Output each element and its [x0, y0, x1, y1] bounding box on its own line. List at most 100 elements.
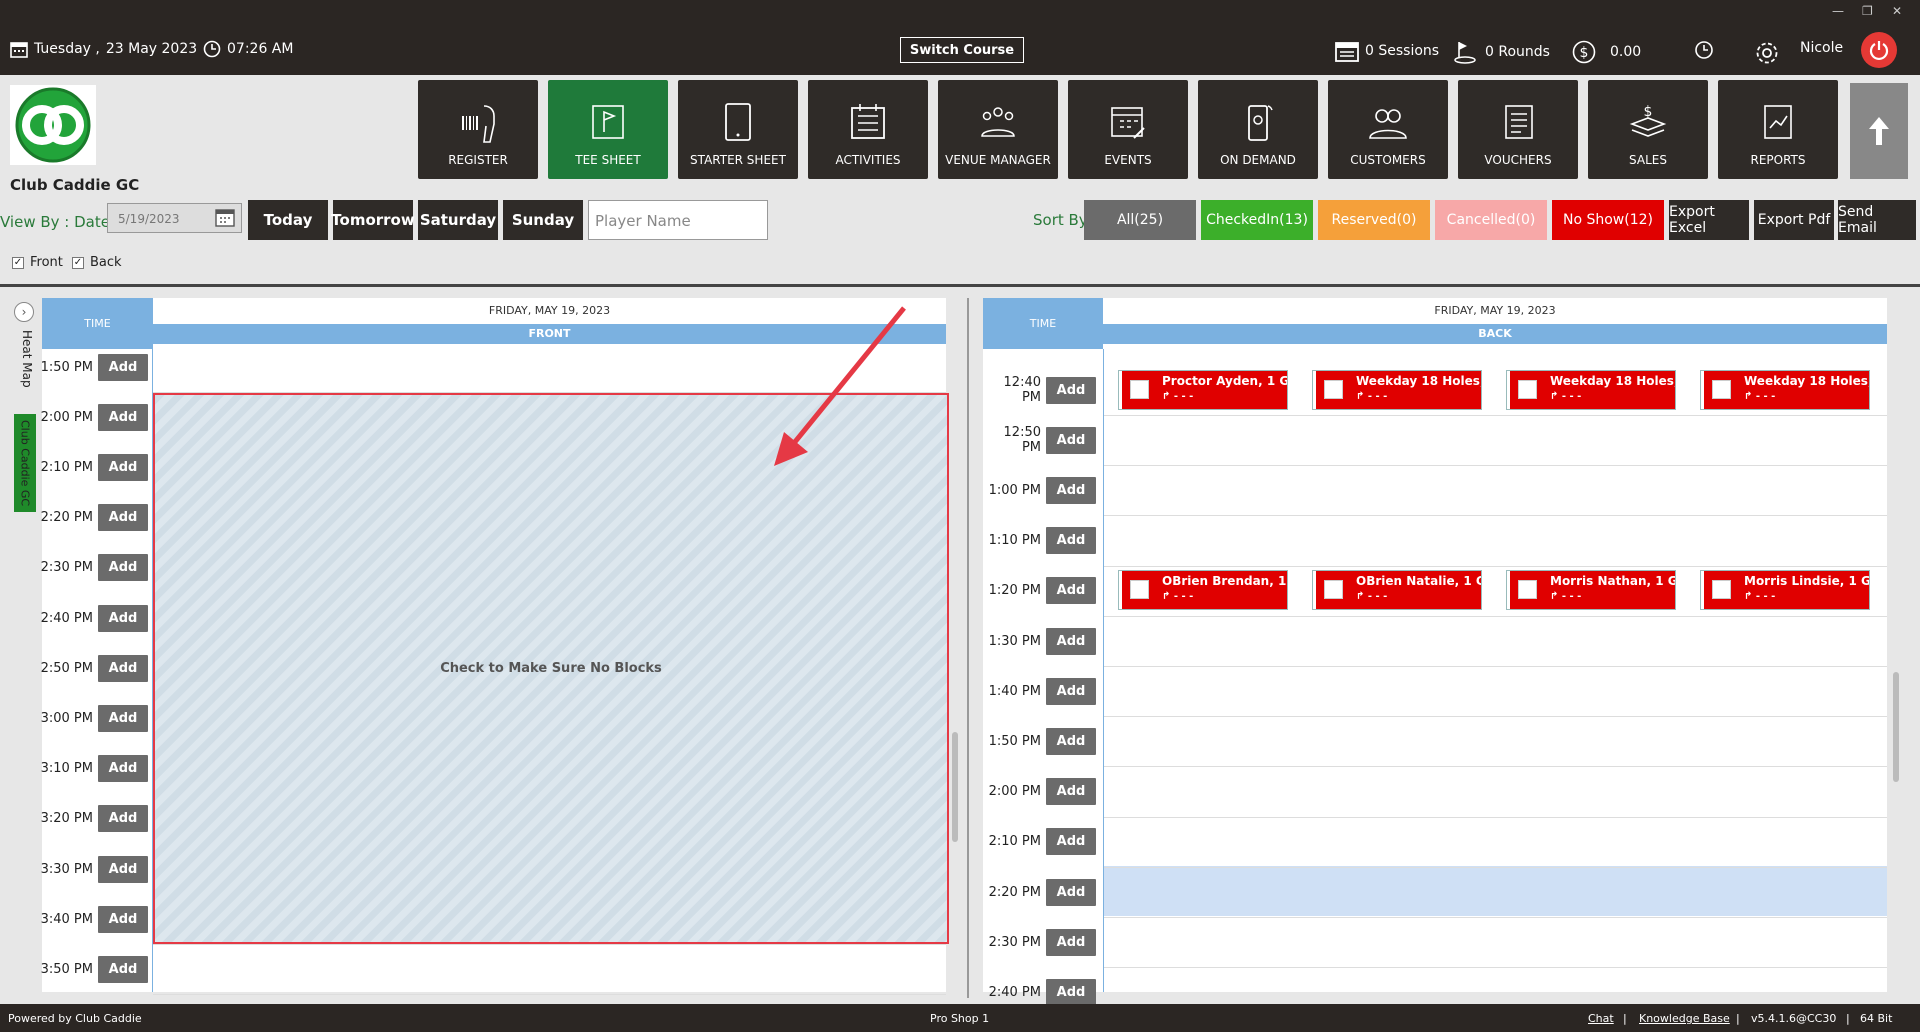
nav-register[interactable]: REGISTER [418, 80, 538, 179]
booking-checkbox[interactable] [1518, 380, 1537, 399]
restore-button[interactable]: ❐ [1862, 4, 1873, 18]
add-button[interactable]: Add [1046, 928, 1096, 956]
add-button[interactable]: Add [98, 955, 148, 983]
add-button[interactable]: Add [98, 353, 148, 381]
booking-checkbox[interactable] [1712, 380, 1731, 399]
nav-reports[interactable]: REPORTS [1718, 80, 1838, 179]
nav-label: ACTIVITIES [835, 153, 901, 167]
close-window-button[interactable]: ✕ [1892, 4, 1902, 18]
history-button[interactable] [1694, 40, 1714, 60]
user-name[interactable]: Nicole [1800, 40, 1843, 56]
booking-checkbox[interactable] [1324, 380, 1343, 399]
add-button[interactable]: Add [98, 805, 148, 833]
booking-checkbox[interactable] [1130, 380, 1149, 399]
add-button[interactable]: Add [1046, 677, 1096, 705]
export-excel-button[interactable]: Export Excel [1669, 200, 1749, 240]
add-button[interactable]: Add [1046, 878, 1096, 906]
booking-checkbox[interactable] [1518, 580, 1537, 599]
money-indicator[interactable]: $ 0.00 [1572, 40, 1641, 64]
today-button[interactable]: Today [248, 200, 328, 240]
nav-on-demand[interactable]: ON DEMAND [1198, 80, 1318, 179]
add-button[interactable]: Add [1046, 978, 1096, 1006]
add-button[interactable]: Add [98, 403, 148, 431]
add-button[interactable]: Add [98, 704, 148, 732]
barcode-scanner-icon [462, 105, 495, 143]
time-label: 1:50 PM [988, 733, 1041, 749]
filter-cancelled-button[interactable]: Cancelled(0) [1435, 200, 1547, 240]
nav-venue-manager[interactable]: VENUE MANAGER [938, 80, 1058, 179]
back-checkbox[interactable]: ✓ Back [72, 255, 122, 270]
add-button[interactable]: Add [98, 654, 148, 682]
send-email-button[interactable]: Send Email [1838, 200, 1916, 240]
divider [0, 284, 1920, 287]
tee-sheet-icon [592, 105, 624, 139]
reports-icon [1764, 105, 1792, 139]
booking-card[interactable]: Proctor Ayden, 1 Golf ↱ - - - [1118, 370, 1288, 410]
power-button[interactable] [1861, 32, 1897, 68]
booking-card[interactable]: Morris Nathan, 1 Golf ↱ - - - [1506, 570, 1676, 610]
booking-name: OBrien Natalie, 1 Golf [1356, 574, 1481, 588]
switch-course-button[interactable]: Switch Course [900, 37, 1024, 63]
nav-activities[interactable]: ACTIVITIES [808, 80, 928, 179]
nav-starter-sheet[interactable]: STARTER SHEET [678, 80, 798, 179]
settings-button[interactable] [1754, 40, 1780, 66]
booking-checkbox[interactable] [1324, 580, 1343, 599]
nav-events[interactable]: EVENTS [1068, 80, 1188, 179]
booking-checkbox[interactable] [1130, 580, 1149, 599]
booking-card[interactable]: OBrien Natalie, 1 Golf ↱ - - - [1312, 570, 1482, 610]
nav-tee-sheet[interactable]: TEE SHEET [548, 80, 668, 179]
filter-noshow-button[interactable]: No Show(12) [1552, 200, 1664, 240]
add-button[interactable]: Add [1046, 727, 1096, 755]
booking-card[interactable]: Weekday 18 Holes,1 G ↱ - - - [1312, 370, 1482, 410]
back-scrollbar[interactable] [1893, 672, 1899, 782]
time-row: 1:20 PM Add [983, 577, 1096, 605]
chevron-right-icon[interactable]: › [14, 302, 34, 322]
add-button[interactable]: Add [98, 855, 148, 883]
rounds-indicator[interactable]: 0 Rounds [1453, 40, 1550, 64]
chat-link[interactable]: Chat [1588, 1012, 1614, 1025]
add-button[interactable]: Add [1046, 527, 1096, 555]
sessions-indicator[interactable]: 0 Sessions [1335, 40, 1439, 62]
add-button[interactable]: Add [1046, 426, 1096, 454]
add-button[interactable]: Add [1046, 476, 1096, 504]
heat-map-tab[interactable]: Heat Map [16, 330, 34, 390]
export-pdf-button[interactable]: Export Pdf [1754, 200, 1834, 240]
add-button[interactable]: Add [1046, 376, 1096, 404]
nav-vouchers[interactable]: VOUCHERS [1458, 80, 1578, 179]
booking-card[interactable]: Weekday 18 Holes,1 G ↱ - - - [1506, 370, 1676, 410]
saturday-button[interactable]: Saturday [418, 200, 498, 240]
nav-customers[interactable]: CUSTOMERS [1328, 80, 1448, 179]
club-tab[interactable]: Club Caddie GC [14, 414, 36, 512]
add-button[interactable]: Add [1046, 778, 1096, 806]
add-button[interactable]: Add [98, 453, 148, 481]
booking-sub: ↱ - - - [1356, 391, 1388, 402]
booking-card[interactable]: Weekday 18 Holes,1 G ↱ - - - [1700, 370, 1870, 410]
booking-card[interactable]: Morris Lindsie, 1 Golf ↱ - - - [1700, 570, 1870, 610]
nav-sales[interactable]: $ SALES [1588, 80, 1708, 179]
front-checkbox[interactable]: ✓ Front [12, 255, 63, 270]
filter-reserved-button[interactable]: Reserved(0) [1318, 200, 1430, 240]
knowledge-base-link[interactable]: Knowledge Base [1639, 1012, 1730, 1025]
sunday-button[interactable]: Sunday [503, 200, 583, 240]
add-button[interactable]: Add [1046, 577, 1096, 605]
add-button[interactable]: Add [1046, 828, 1096, 856]
add-button[interactable]: Add [98, 755, 148, 783]
minimize-button[interactable]: — [1832, 4, 1844, 18]
nav-label: ON DEMAND [1220, 153, 1296, 167]
time-label: 1:00 PM [988, 482, 1041, 498]
add-button[interactable]: Add [98, 905, 148, 933]
player-name-input[interactable]: Player Name [588, 200, 768, 240]
panel-splitter[interactable] [967, 298, 969, 998]
filter-all-button[interactable]: All(25) [1084, 200, 1196, 240]
add-button[interactable]: Add [1046, 627, 1096, 655]
front-scrollbar[interactable] [952, 732, 958, 842]
date-picker-button[interactable] [214, 206, 236, 232]
booking-card[interactable]: OBrien Brendan, 1 Go ↱ - - - [1118, 570, 1288, 610]
booking-checkbox[interactable] [1712, 580, 1731, 599]
collapse-header-button[interactable] [1850, 83, 1908, 179]
add-button[interactable]: Add [98, 504, 148, 532]
add-button[interactable]: Add [98, 604, 148, 632]
add-button[interactable]: Add [98, 554, 148, 582]
tomorrow-button[interactable]: Tomorrow [331, 200, 415, 240]
filter-checkedin-button[interactable]: CheckedIn(13) [1201, 200, 1313, 240]
